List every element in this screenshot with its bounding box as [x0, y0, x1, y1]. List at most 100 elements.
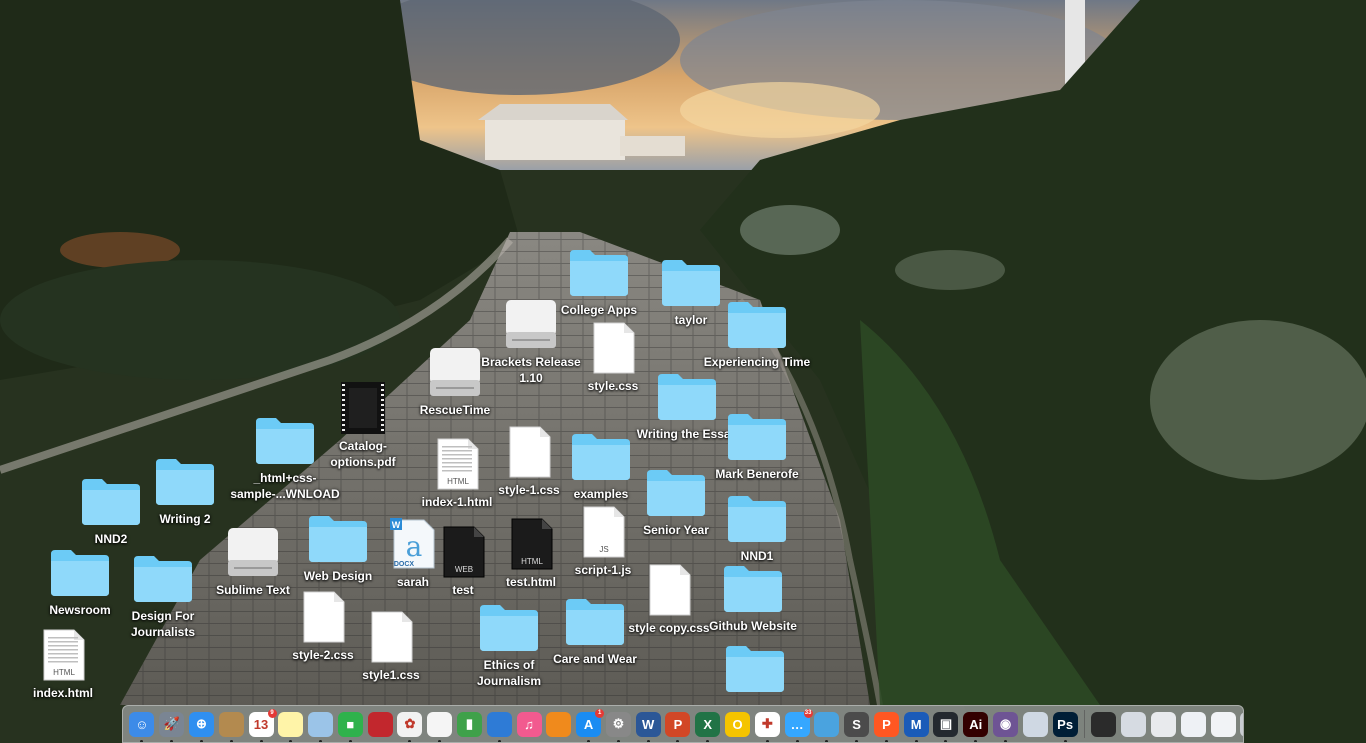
dock-word-icon[interactable]: W: [635, 711, 661, 742]
dock-app-glyph: ⊕: [196, 716, 207, 731]
dock-app-glyph: ▣: [939, 716, 953, 731]
dock-app-glyph: …: [790, 716, 804, 732]
dock-finder-icon[interactable]: ☺: [129, 711, 155, 742]
svg-text:HTML: HTML: [447, 477, 469, 486]
notification-badge: 9: [267, 708, 277, 718]
desktop-item-label: Design For Journalists: [130, 609, 196, 639]
running-indicator: [974, 739, 978, 742]
pdf-document-icon: [341, 382, 385, 434]
dock-pages-p-icon[interactable]: P: [873, 711, 899, 742]
desktop-item[interactable]: Care and Wear: [540, 595, 650, 667]
dock-powerpoint-icon[interactable]: P: [665, 711, 691, 742]
running-indicator: [765, 739, 769, 742]
svg-text:JS: JS: [599, 545, 608, 554]
desktop-item-label: style.css: [587, 379, 639, 393]
disk-image-icon: [506, 300, 556, 348]
dock-illustrator-icon[interactable]: Ai: [963, 711, 989, 742]
running-indicator: [616, 739, 620, 742]
dock-screenshot-1-icon[interactable]: [1121, 711, 1147, 737]
javascript-file-icon: JS: [583, 506, 625, 558]
dock-photoshop-icon[interactable]: Ps: [1052, 711, 1078, 742]
desktop-item[interactable]: NND1: [702, 492, 812, 564]
dock-brackets-icon[interactable]: ▣: [933, 711, 959, 742]
dock-app-glyph: ☺: [135, 716, 149, 732]
folder-icon: [728, 302, 786, 348]
desktop-item-label: Experiencing Time: [703, 355, 811, 369]
dock-first-aid-icon[interactable]: ✚: [754, 711, 780, 742]
desktop-item[interactable]: NND2: [56, 475, 166, 547]
dock-photos-icon[interactable]: ✿: [397, 711, 423, 742]
dock-screenshot-3-icon[interactable]: [1180, 711, 1206, 737]
desktop-item[interactable]: Github Website: [698, 562, 808, 634]
dock-trash-icon[interactable]: 🗑: [1240, 711, 1243, 737]
dock-excel-icon[interactable]: X: [695, 711, 721, 742]
running-indicator: [884, 739, 888, 742]
dock-malwarebytes-icon[interactable]: M: [903, 711, 929, 742]
running-indicator: [170, 739, 174, 742]
desktop-item[interactable]: Experiencing Time: [702, 298, 812, 370]
css-file-icon: [593, 322, 635, 374]
desktop-item[interactable]: [700, 642, 810, 698]
dock-keynote-icon[interactable]: [486, 711, 512, 742]
running-indicator: [348, 739, 352, 742]
dock-screenshot-2-icon[interactable]: [1150, 711, 1176, 737]
dock-numbers-icon[interactable]: ▮: [456, 711, 482, 737]
running-indicator: [497, 739, 501, 742]
dock-app-glyph: ▮: [465, 716, 474, 731]
desktop-item[interactable]: HTML index.html: [8, 629, 118, 701]
running-indicator: [944, 739, 948, 742]
desktop-item-label: test: [452, 583, 474, 597]
folder-icon: [724, 566, 782, 612]
svg-text:WEB: WEB: [455, 565, 473, 574]
dock-app-glyph: ✿: [404, 716, 416, 731]
desktop-item-label: RescueTime: [419, 403, 491, 417]
folder-icon: [728, 496, 786, 542]
desktop-item-label: Care and Wear: [553, 652, 637, 666]
desktop-item[interactable]: style1.css: [336, 611, 446, 683]
dock-app-glyph: ♫: [524, 716, 534, 732]
dock-calendar-icon[interactable]: 13 9: [248, 708, 277, 742]
css-file-icon: [371, 611, 413, 663]
dock-notes-icon[interactable]: [278, 711, 304, 742]
desktop-item[interactable]: Design For Journalists: [108, 552, 218, 640]
running-indicator: [408, 739, 412, 742]
desktop-item-label: NND2: [94, 532, 128, 546]
desktop-item[interactable]: _html+css-sample-...WNLOAD: [230, 414, 340, 502]
folder-icon: [256, 418, 314, 464]
dock-facetime-icon[interactable]: ■: [337, 711, 363, 742]
folder-icon: [570, 250, 628, 296]
dock-textedit-icon[interactable]: [427, 711, 453, 742]
dock-itunes-icon[interactable]: ♫: [516, 711, 542, 737]
running-indicator: [1004, 739, 1008, 742]
dock-system-preferences-icon[interactable]: ⚙: [605, 711, 631, 742]
dock-app-glyph: 13: [253, 716, 269, 732]
dock-network-icon[interactable]: [814, 711, 840, 742]
disk-image-icon: [228, 528, 278, 576]
dock-app-glyph: W: [642, 716, 655, 732]
dock-preview-icon[interactable]: [308, 711, 334, 742]
dock-sublime-text-icon[interactable]: S: [844, 711, 870, 742]
dock-ibooks-icon[interactable]: [546, 711, 572, 737]
folder-icon: [82, 479, 140, 525]
disk-image-icon: [430, 348, 480, 396]
running-indicator: [259, 739, 263, 742]
dock-app-glyph: ◉: [999, 716, 1012, 731]
dock-image-capture-icon[interactable]: [1022, 711, 1048, 737]
dock-app-glyph: X: [703, 716, 713, 732]
dock-screenshot-4-icon[interactable]: [1210, 711, 1236, 737]
dock-safari-icon[interactable]: ⊕: [188, 711, 214, 742]
desktop-item-label: Writing 2: [159, 512, 211, 526]
dock-github-desktop-icon[interactable]: ◉: [993, 711, 1019, 742]
dock-terminal-icon[interactable]: [1091, 711, 1117, 737]
desktop-item-label: Github Website: [709, 619, 797, 633]
dock-messages-icon[interactable]: … 33: [784, 708, 813, 742]
dock-app-store-icon[interactable]: A1: [576, 708, 605, 742]
dock-photo-booth-icon[interactable]: [367, 711, 393, 737]
desktop: College Apps taylor Experiencing Time Brack…: [0, 0, 1366, 743]
dock-launchpad-icon[interactable]: 🚀: [159, 711, 185, 742]
folder-icon: [480, 605, 538, 651]
running-indicator: [438, 739, 442, 742]
dock-norton-icon[interactable]: O: [725, 711, 751, 737]
dock-contacts-icon[interactable]: [218, 711, 244, 742]
notification-badge: 1: [595, 708, 605, 718]
